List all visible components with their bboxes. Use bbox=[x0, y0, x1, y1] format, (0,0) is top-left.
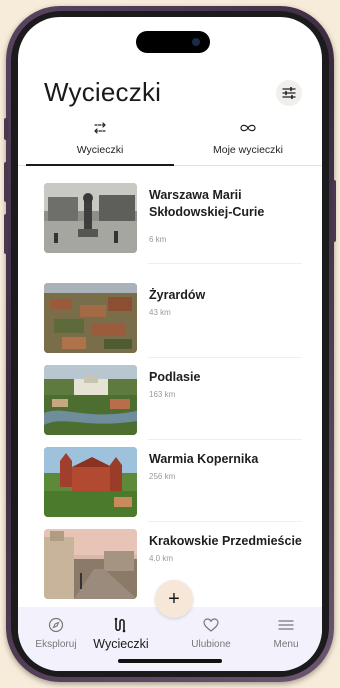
trip-name: Warszawa Marii Skłodowskiej-Curie bbox=[149, 188, 265, 219]
trip-name: Żyrardów bbox=[149, 288, 206, 302]
power-button bbox=[332, 180, 336, 242]
trip-distance: 163 km bbox=[149, 390, 176, 399]
nav-ulubione[interactable]: Ulubione bbox=[181, 615, 241, 650]
route-icon bbox=[114, 617, 126, 633]
page-title: Wycieczki bbox=[44, 77, 162, 107]
hamburger-icon bbox=[278, 620, 294, 630]
list-divider bbox=[148, 521, 302, 522]
trip-item[interactable]: Warszawa Marii Skłodowskiej-Curie 6 km bbox=[44, 183, 306, 255]
tab-moje-wycieczki[interactable]: Moje wycieczki bbox=[174, 117, 322, 165]
shuffle-arrows-icon bbox=[94, 122, 106, 134]
plus-icon: + bbox=[168, 588, 180, 610]
trip-thumbnail-warszawa bbox=[44, 183, 137, 253]
nav-label: Wycieczki bbox=[93, 637, 149, 651]
list-divider bbox=[148, 439, 302, 440]
nav-label: Ulubione bbox=[191, 639, 231, 650]
add-trip-button[interactable]: + bbox=[155, 580, 193, 618]
nav-eksploruj[interactable]: Eksploruj bbox=[26, 615, 86, 650]
trip-item[interactable]: Podlasie 163 km bbox=[44, 365, 306, 437]
volume-down-button bbox=[4, 214, 8, 254]
tab-label: Moje wycieczki bbox=[212, 144, 283, 156]
list-divider bbox=[148, 357, 302, 358]
trip-distance: 6 km bbox=[149, 235, 167, 244]
trip-name: Krakowskie Przedmieście bbox=[149, 534, 302, 548]
trip-thumbnail-zyrardow bbox=[44, 283, 137, 353]
trip-item[interactable]: Warmia Kopernika 256 km bbox=[44, 447, 306, 519]
trip-distance: 4.0 km bbox=[149, 554, 174, 563]
heart-icon bbox=[203, 618, 219, 632]
app-screen: Wycieczki Wycieczki Moje wycieczki Warsz… bbox=[18, 17, 322, 671]
trip-thumbnail-podlasie bbox=[44, 365, 137, 435]
volume-up-button bbox=[4, 162, 8, 202]
nav-label: Menu bbox=[273, 639, 299, 650]
trip-item[interactable]: Żyrardów 43 km bbox=[44, 283, 306, 355]
trip-distance: 43 km bbox=[149, 308, 171, 317]
sliders-icon bbox=[282, 87, 296, 99]
trip-thumbnail-krakowskie bbox=[44, 529, 137, 599]
action-button bbox=[4, 118, 8, 140]
list-divider bbox=[148, 263, 302, 264]
trip-thumbnail-warmia bbox=[44, 447, 137, 517]
trip-distance: 256 km bbox=[149, 472, 176, 481]
nav-wycieczki[interactable]: Wycieczki bbox=[91, 615, 151, 651]
nav-label: Eksploruj bbox=[35, 639, 77, 650]
nav-menu[interactable]: Menu bbox=[256, 615, 316, 650]
infinity-icon bbox=[240, 124, 256, 132]
dynamic-island bbox=[136, 31, 210, 53]
compass-icon bbox=[48, 617, 64, 633]
trip-name: Warmia Kopernika bbox=[149, 452, 259, 466]
tab-label: Wycieczki bbox=[76, 144, 124, 156]
camera-icon bbox=[192, 38, 200, 46]
trip-name: Podlasie bbox=[149, 370, 201, 384]
filter-button[interactable] bbox=[276, 80, 302, 106]
home-indicator bbox=[118, 659, 222, 663]
tab-wycieczki[interactable]: Wycieczki bbox=[26, 117, 174, 165]
tab-bar: Wycieczki Moje wycieczki bbox=[18, 117, 322, 165]
active-tab-indicator bbox=[26, 164, 174, 166]
